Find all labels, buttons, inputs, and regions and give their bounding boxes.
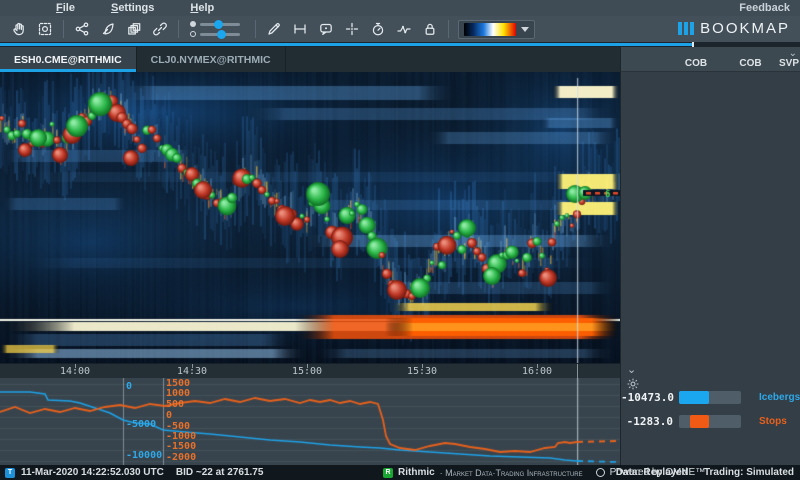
orange-axis-label: 500 — [166, 399, 184, 410]
indicator-canvas — [0, 378, 620, 465]
stops-label: Stops — [759, 416, 787, 427]
outline-dot-icon — [190, 31, 196, 37]
instrument-tabs: ESH0.CME@RITHMIC CLJ0.NYMEX@RITHMIC — [0, 47, 620, 72]
heatmap-canvas[interactable] — [0, 72, 620, 363]
filled-dot-icon — [190, 21, 196, 27]
column-header-cob2: COB — [724, 58, 777, 69]
orange-axis-label: 1000 — [166, 388, 190, 399]
bookmap-logo: BOOKMAP — [678, 20, 790, 37]
current-time-line — [577, 364, 578, 379]
icebergs-value: -10473.0 — [621, 391, 673, 404]
draw-pencil-icon[interactable] — [261, 18, 287, 40]
volume-pulse-icon[interactable] — [391, 18, 417, 40]
depth-and-volume-panel: COB COB SVP ⌄ ⌄ -10473.0 Icebergs -1283.… — [620, 47, 800, 465]
heatmap-gradient-swatch — [464, 23, 516, 36]
toolbar-separator — [448, 20, 449, 38]
blue-axis-label: -5000 — [126, 419, 156, 430]
chevron-down-icon[interactable]: ⌄ — [789, 49, 797, 59]
bookmap-logo-icon — [678, 22, 694, 35]
link-chart-icon[interactable] — [147, 18, 173, 40]
heatmap-chart[interactable] — [0, 72, 620, 363]
slider-knob-top[interactable] — [214, 20, 223, 29]
stops-value: -1283.0 — [621, 415, 673, 428]
stops-color-bar[interactable] — [679, 415, 741, 428]
data-mode: Data: Replayed — [616, 467, 688, 478]
chevron-down-icon — [521, 27, 529, 32]
toolbar-separator — [255, 20, 256, 38]
time-axis: 14:0014:3015:0015:3016:00 — [0, 363, 620, 378]
time-tick — [75, 364, 76, 368]
rithmic-brand: Rithmic — [398, 467, 435, 478]
tab-clj0-nymex[interactable]: CLJ0.NYMEX@RITHMIC — [137, 47, 286, 72]
menu-settings[interactable]: Settings — [111, 2, 154, 14]
time-tick — [422, 364, 423, 368]
chevron-down-icon[interactable]: ⌄ — [627, 363, 636, 376]
note-bubble-icon[interactable] — [313, 18, 339, 40]
time-tick — [192, 364, 193, 368]
size-filter-sliders[interactable] — [188, 18, 246, 40]
column-header-svp: SVP — [777, 58, 800, 69]
blue-axis-label: 0 — [126, 381, 132, 392]
orange-axis-label: 0 — [166, 410, 172, 421]
slider-knob-bottom[interactable] — [217, 30, 226, 39]
column-header-cob1: COB — [621, 58, 724, 69]
orange-axis-label: -2000 — [166, 452, 196, 463]
time-tick — [307, 364, 308, 368]
orange-axis-label: -1500 — [166, 441, 196, 452]
crosshair-icon[interactable] — [339, 18, 365, 40]
lock-icon[interactable] — [417, 18, 443, 40]
toolbar-separator — [178, 20, 179, 38]
status-bar: T 11-Mar-2020 14:22:52.030 UTC BID ~22 a… — [0, 465, 800, 480]
share-icon[interactable] — [69, 18, 95, 40]
drawing-quill-icon[interactable] — [95, 18, 121, 40]
blue-axis-label: -10000 — [126, 450, 162, 461]
tab-esh0-cme[interactable]: ESH0.CME@RITHMIC — [0, 47, 137, 72]
omne-logo-icon — [596, 468, 605, 477]
menu-bar: File Settings Help Feedback — [0, 0, 800, 16]
icebergs-label: Icebergs — [759, 392, 800, 403]
time-icon: T — [5, 468, 15, 478]
measure-icon[interactable] — [287, 18, 313, 40]
bid-info: BID ~22 at 2761.75 — [176, 467, 264, 478]
feedback-link[interactable]: Feedback — [739, 2, 790, 14]
rithmic-logo-icon: R — [383, 468, 393, 478]
menu-help[interactable]: Help — [190, 2, 214, 14]
replay-datetime: 11-Mar-2020 14:22:52.030 UTC — [21, 467, 164, 478]
bookmap-logo-text: BOOKMAP — [700, 20, 790, 37]
toolbar-separator — [63, 20, 64, 38]
replay-progress-fill — [0, 43, 693, 46]
bookmap-window: File Settings Help Feedback BOOKMAP ESH0… — [0, 0, 800, 480]
time-tick — [537, 364, 538, 368]
stacked-view-icon[interactable] — [121, 18, 147, 40]
indicator-panel[interactable]: 0-5000-10000150010005000-500-1000-1500-2… — [0, 378, 620, 465]
ladder-header: COB COB SVP ⌄ — [621, 47, 800, 72]
legend-row-stops[interactable]: -1283.0 Stops — [621, 413, 800, 429]
menu-file[interactable]: File — [56, 2, 75, 14]
icebergs-color-bar[interactable] — [679, 391, 741, 404]
heatmap-palette-dropdown[interactable] — [458, 20, 535, 39]
timer-icon[interactable] — [365, 18, 391, 40]
hand-tool-icon[interactable] — [6, 18, 32, 40]
legend-row-icebergs[interactable]: -10473.0 Icebergs — [621, 389, 800, 405]
rithmic-tagline: · Market Data·Trading Infrastructure — [440, 468, 583, 478]
trading-mode: Trading: Simulated — [704, 467, 794, 478]
zoom-window-icon[interactable] — [32, 18, 58, 40]
